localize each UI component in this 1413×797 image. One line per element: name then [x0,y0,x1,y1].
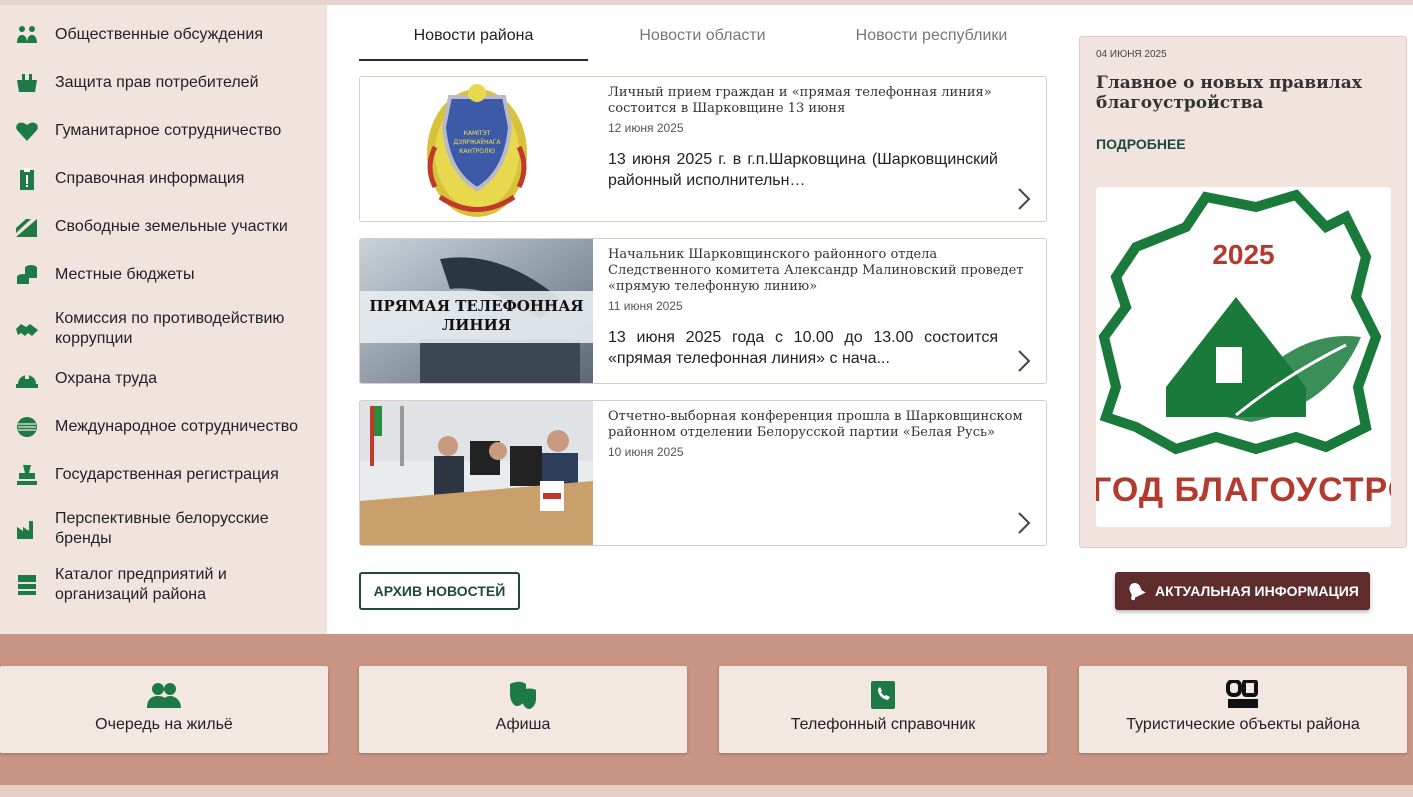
sidebar-item-catalog[interactable]: Каталог предприятий и организаций района [0,563,327,607]
tab-region-news[interactable]: Новости области [588,27,817,61]
sidebar-item-labor-safety[interactable]: Охрана труда [0,367,327,391]
sidebar-item-land-plots[interactable]: Свободные земельные участки [0,215,327,239]
emblem-line-1: КАМІТЭТ [464,130,491,137]
tile-afisha[interactable]: Афиша [359,666,687,753]
people-group-icon [14,22,40,48]
promo-card[interactable]: 04 ИЮНЯ 2025 Главное о новых правилах бл… [1079,36,1407,548]
actual-info-label: АКТУАЛЬНАЯ ИНФОРМАЦИЯ [1155,583,1359,599]
emblem-line-3: КАНТРОЛЮ [459,148,495,155]
tab-label: Новости республики [855,27,1008,44]
tile-housing-queue[interactable]: Очередь на жильё [0,666,328,753]
sidebar-item-anticorruption[interactable]: Комиссия по противодействию коррупции [0,307,327,351]
coins-icon [14,262,40,288]
news-date: 12 июня 2025 [608,121,684,135]
sidebar-item-label: Гуманитарное сотрудничество [55,122,282,139]
year-of-improvement-logo: 2025 ГОД БЛАГОУСТРОЙСТВА [1096,187,1391,527]
tab-label: Новости области [639,27,766,44]
people-icon [147,680,181,710]
sidebar-item-label: Перспективные белорусские бренды [55,510,269,547]
emblem-line-2: ДЗЯРЖАЎНАГА [454,139,502,146]
logo-caption: ГОД БЛАГОУСТРОЙСТВА [1096,471,1391,509]
globe-icon [14,414,40,440]
sidebar-item-label: Защита прав потребителей [55,74,259,91]
tab-district-news[interactable]: Новости района [359,27,588,61]
tab-label: Новости района [413,27,534,44]
sidebar-item-label: Охрана труда [55,370,157,387]
more-link[interactable]: ПОДРОБНЕЕ [1096,136,1186,152]
news-image-emblem: КАМІТЭТ ДЗЯРЖАЎНАГА КАНТРОЛЮ [360,77,593,221]
theater-masks-icon [506,680,540,710]
sidebar-item-label: Комиссия по противодействию коррупции [55,310,285,347]
chevron-right-icon[interactable] [1016,187,1032,211]
sidebar-item-humanitarian[interactable]: Гуманитарное сотрудничество [0,119,327,143]
handshake-icon [14,316,40,342]
hard-hat-icon [14,366,40,392]
phone-book-icon [866,680,900,710]
factory-icon [14,516,40,542]
sidebar-item-reference-info[interactable]: Справочная информация [0,167,327,191]
sidebar-item-label: Свободные земельные участки [55,218,288,235]
sidebar-item-budgets[interactable]: Местные бюджеты [0,263,327,287]
sidebar-item-international[interactable]: Международное сотрудничество [0,415,327,439]
phone-line-caption: ПРЯМАЯ ТЕЛЕФОННАЯ ЛИНИЯ [369,297,584,334]
news-archive-button[interactable]: АРХИВ НОВОСТЕЙ [359,572,520,610]
tile-tourist-sites[interactable]: Туристические объекты района [1079,666,1407,753]
actual-info-button[interactable]: АКТУАЛЬНАЯ ИНФОРМАЦИЯ [1115,572,1370,610]
news-excerpt: 13 июня 2025 года с 10.00 до 13.00 состо… [608,329,998,367]
field-icon [14,214,40,240]
news-card[interactable]: ПРЯМАЯ ТЕЛЕФОННАЯ ЛИНИЯ Начальник Шарков… [359,238,1047,384]
news-card[interactable]: Отчетно-выборная конференция прошла в Ша… [359,400,1047,546]
basket-icon [14,70,40,96]
promo-title: Главное о новых правилах благоустройства [1096,73,1362,113]
qr-guide-icon [1226,680,1260,710]
bottom-strip [0,785,1413,797]
news-card[interactable]: КАМІТЭТ ДЗЯРЖАЎНАГА КАНТРОЛЮ Личный прие… [359,76,1047,222]
bell-icon [1129,583,1146,601]
tab-republic-news[interactable]: Новости республики [817,27,1046,61]
tile-label: Очередь на жильё [95,716,233,733]
news-date: 11 июня 2025 [608,299,683,313]
sidebar-item-consumer-rights[interactable]: Защита прав потребителей [0,71,327,95]
chevron-right-icon[interactable] [1016,511,1032,535]
promo-date: 04 ИЮНЯ 2025 [1096,49,1167,60]
sidebar-item-label: Общественные обсуждения [55,26,263,43]
sidebar-item-label: Каталог предприятий и организаций района [55,566,227,603]
tile-label: Афиша [495,716,551,733]
logo-year: 2025 [1212,239,1275,270]
heart-icon [14,118,40,144]
sidebar-menu: Общественные обсуждения Защита прав потр… [0,5,327,634]
sidebar-item-label: Государственная регистрация [55,466,279,483]
stamp-icon [14,462,40,488]
news-title: Личный прием граждан и «прямая телефонна… [608,85,992,116]
catalog-icon [14,572,40,598]
sidebar-item-label: Местные бюджеты [55,266,195,283]
chevron-right-icon[interactable] [1016,349,1032,373]
news-title: Начальник Шарковщинского районного отдел… [608,247,1024,294]
tile-phone-directory[interactable]: Телефонный справочник [719,666,1047,753]
main-content: Новости района Новости области Новости р… [327,5,1413,634]
news-excerpt: 13 июня 2025 г. в г.п.Шарковщина (Шарков… [608,151,998,189]
news-date: 10 июня 2025 [608,445,684,459]
sidebar-item-label: Международное сотрудничество [55,418,298,435]
sidebar-item-brands[interactable]: Перспективные белорусские бренды [0,507,327,551]
sidebar-item-public-discussions[interactable]: Общественные обсуждения [0,23,327,47]
sidebar-item-registration[interactable]: Государственная регистрация [0,463,327,487]
sidebar-item-label: Справочная информация [55,170,245,187]
news-image-conference [360,401,593,545]
news-title: Отчетно-выборная конференция прошла в Ша… [608,409,1023,440]
tile-label: Туристические объекты района [1126,716,1360,733]
info-clipboard-icon [14,166,40,192]
news-image-phone: ПРЯМАЯ ТЕЛЕФОННАЯ ЛИНИЯ [360,239,593,383]
quick-links-band: Очередь на жильё Афиша Телефонный справо… [0,634,1413,785]
tile-label: Телефонный справочник [790,716,976,733]
